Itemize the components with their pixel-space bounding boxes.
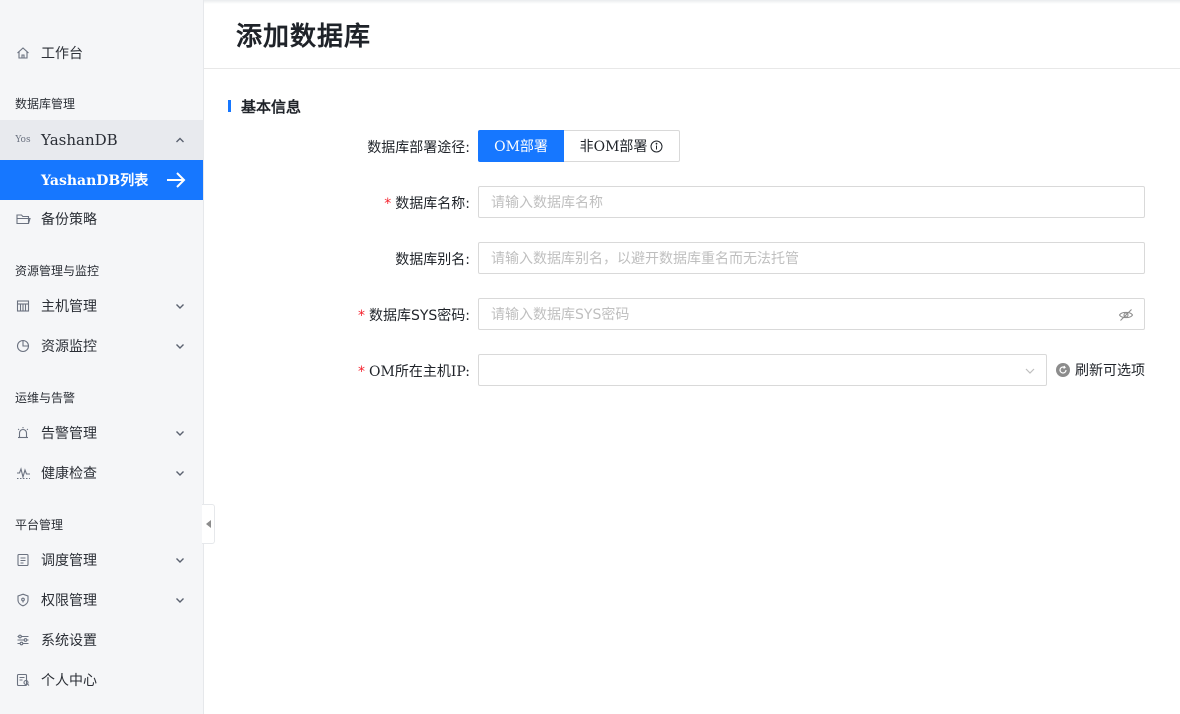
sidebar-item-label: 备份策略 [41,212,97,228]
db-alias-input[interactable]: 请输入数据库别名，以避开数据库重名而无法托管 [478,242,1145,274]
sidebar-group-title: 资源管理与监控 [15,264,100,278]
sidebar-item-alarm-mgmt[interactable]: 告警管理 [0,413,203,453]
sidebar-item-label: 系统设置 [41,633,97,649]
user-card-icon [15,672,31,688]
db-name-label: * 数据库名称: [384,196,470,212]
sidebar-item-yashandb[interactable]: Yos YashanDB [0,120,203,160]
chevron-down-icon [176,598,184,603]
header-shadow [204,0,1180,4]
required-mark: * [358,364,366,380]
db-alias-placeholder: 请输入数据库别名，以避开数据库重名而无法托管 [491,251,799,267]
deploy-path-segmented: OM部署 非OM部署 [478,130,680,162]
sidebar-item-permission-mgmt[interactable]: 权限管理 [0,580,203,620]
sys-password-label: * 数据库SYS密码: [357,308,470,324]
info-icon[interactable] [650,140,663,153]
refresh-label: 刷新可选项 [1075,363,1145,379]
sidebar-item-label: YashanDB [41,131,118,149]
deploy-option-non-om[interactable]: 非OM部署 [564,130,680,162]
caret-left-icon [205,520,211,528]
sidebar-item-label: 告警管理 [41,426,97,442]
arrow-right-icon [167,172,186,188]
pulse-icon [15,465,31,481]
sidebar-item-label: 健康检查 [41,466,97,482]
chevron-down-icon [1025,368,1035,374]
alarm-icon [15,425,31,441]
db-name-input[interactable]: 请输入数据库名称 [478,186,1145,218]
folder-icon [15,211,31,227]
chevron-down-icon [176,471,184,476]
sidebar-item-yashandb-list[interactable]: YashanDB列表 [0,160,203,200]
sidebar-item-label: 资源监控 [41,339,97,355]
home-icon [15,45,31,61]
sidebar-item-host-mgmt[interactable]: 主机管理 [0,286,203,326]
db-name-placeholder: 请输入数据库名称 [491,195,603,211]
shield-icon [15,592,31,608]
eye-invisible-icon[interactable] [1118,307,1134,323]
sidebar-item-label: 工作台 [41,46,83,62]
sidebar-item-backup[interactable]: 备份策略 [0,199,203,239]
chevron-up-icon [176,137,184,143]
section-header: 基本信息 [228,96,301,116]
sidebar-item-label: 主机管理 [41,299,97,315]
sidebar-group-title: 平台管理 [15,518,64,532]
section-accent-bar [228,100,231,112]
chevron-down-icon [176,558,184,563]
sidebar: 工作台 数据库管理 Yos YashanDB YashanDB列表 备份策略 资… [0,0,204,714]
refresh-options-button[interactable]: 刷新可选项 [1056,360,1145,380]
chevron-down-icon [176,344,184,349]
deploy-path-label: 数据库部署途径: [367,140,470,156]
divider [204,68,1180,69]
sidebar-item-health-check[interactable]: 健康检查 [0,453,203,493]
sidebar-item-label: 调度管理 [41,553,97,569]
required-mark: * [384,196,392,212]
om-host-ip-select[interactable] [478,354,1047,386]
section-title: 基本信息 [241,97,302,116]
required-mark: * [357,308,365,324]
sidebar-collapse-button[interactable] [202,504,215,544]
sys-password-input[interactable]: 请输入数据库SYS密码 [478,298,1145,330]
chevron-down-icon [176,431,184,436]
sidebar-item-schedule-mgmt[interactable]: 调度管理 [0,540,203,580]
document-icon [15,552,31,568]
sliders-icon [15,632,31,648]
sidebar-group-title: 运维与告警 [15,391,76,405]
yashandb-logo-icon: Yos [15,135,31,145]
sidebar-item-system-settings[interactable]: 系统设置 [0,620,203,660]
server-icon [15,298,31,314]
pie-chart-icon [15,338,31,354]
refresh-icon [1056,363,1070,377]
sidebar-item-workbench[interactable]: 工作台 [0,33,203,73]
sidebar-group-title: 数据库管理 [15,97,76,111]
page-title: 添加数据库 [236,22,372,52]
db-alias-label: 数据库别名: [395,252,470,268]
sys-password-placeholder: 请输入数据库SYS密码 [491,307,630,323]
sidebar-item-personal-center[interactable]: 个人中心 [0,660,203,700]
sidebar-item-label: YashanDB列表 [41,173,149,189]
sidebar-item-label: 权限管理 [41,593,97,609]
sidebar-item-label: 个人中心 [41,673,97,689]
chevron-down-icon [176,304,184,309]
om-host-ip-label: * OM所在主机IP: [358,364,470,380]
deploy-option-om[interactable]: OM部署 [478,130,564,162]
sidebar-item-resource-monitor[interactable]: 资源监控 [0,326,203,366]
